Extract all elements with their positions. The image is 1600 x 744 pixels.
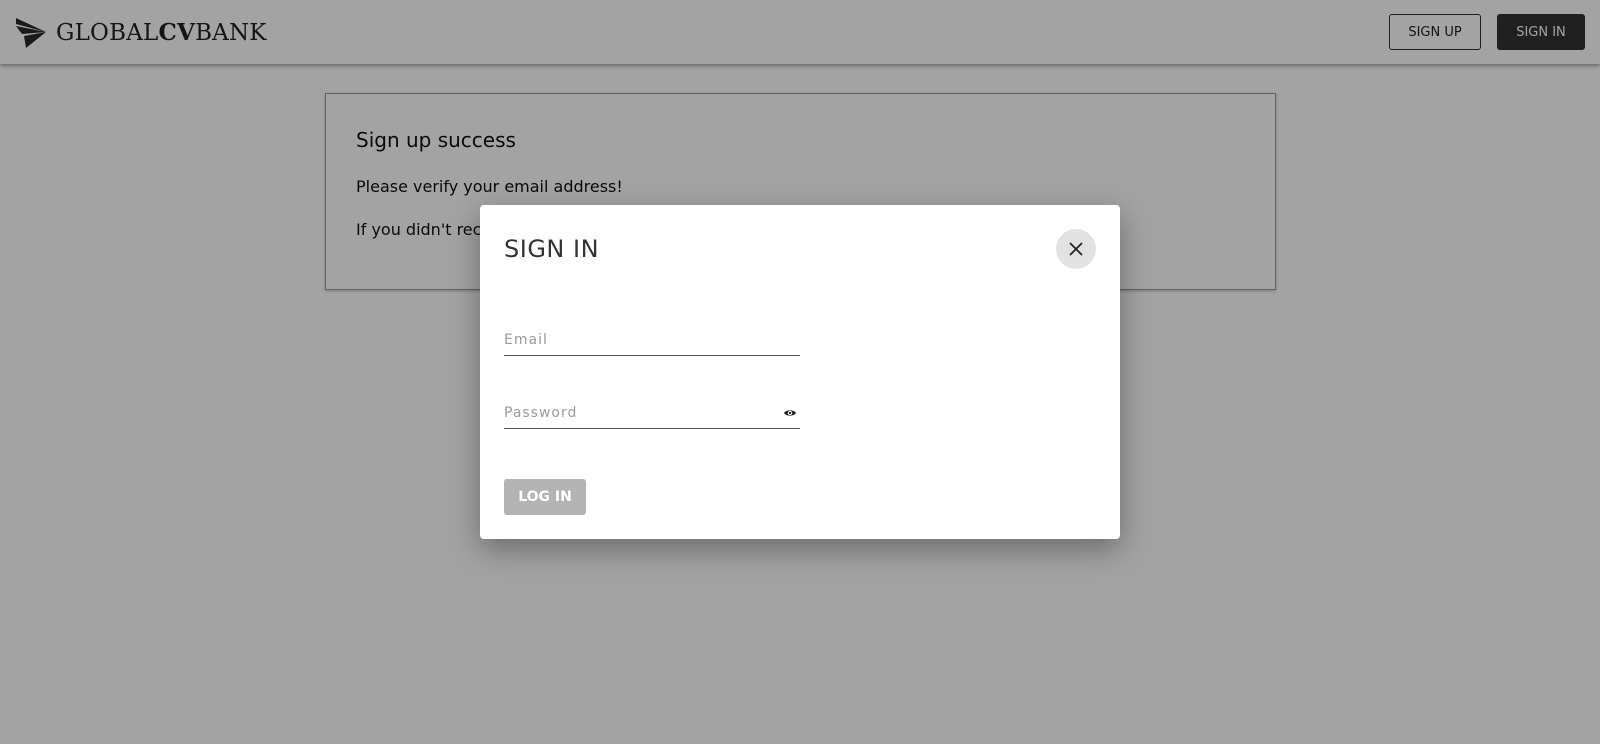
login-button[interactable]: LOG IN	[504, 479, 586, 515]
eye-icon	[784, 410, 796, 416]
app-root: GLOBALCVBANK SIGN UP SIGN IN Sign up suc…	[0, 0, 1600, 744]
email-input[interactable]	[504, 324, 800, 355]
close-icon	[1069, 242, 1083, 256]
email-field	[504, 324, 800, 356]
password-field	[504, 397, 800, 429]
close-modal-button[interactable]	[1056, 229, 1096, 269]
modal-title: SIGN IN	[504, 235, 600, 263]
signin-modal: SIGN IN LOG IN	[480, 205, 1120, 539]
toggle-password-visibility[interactable]	[782, 406, 798, 420]
password-input[interactable]	[504, 397, 774, 428]
